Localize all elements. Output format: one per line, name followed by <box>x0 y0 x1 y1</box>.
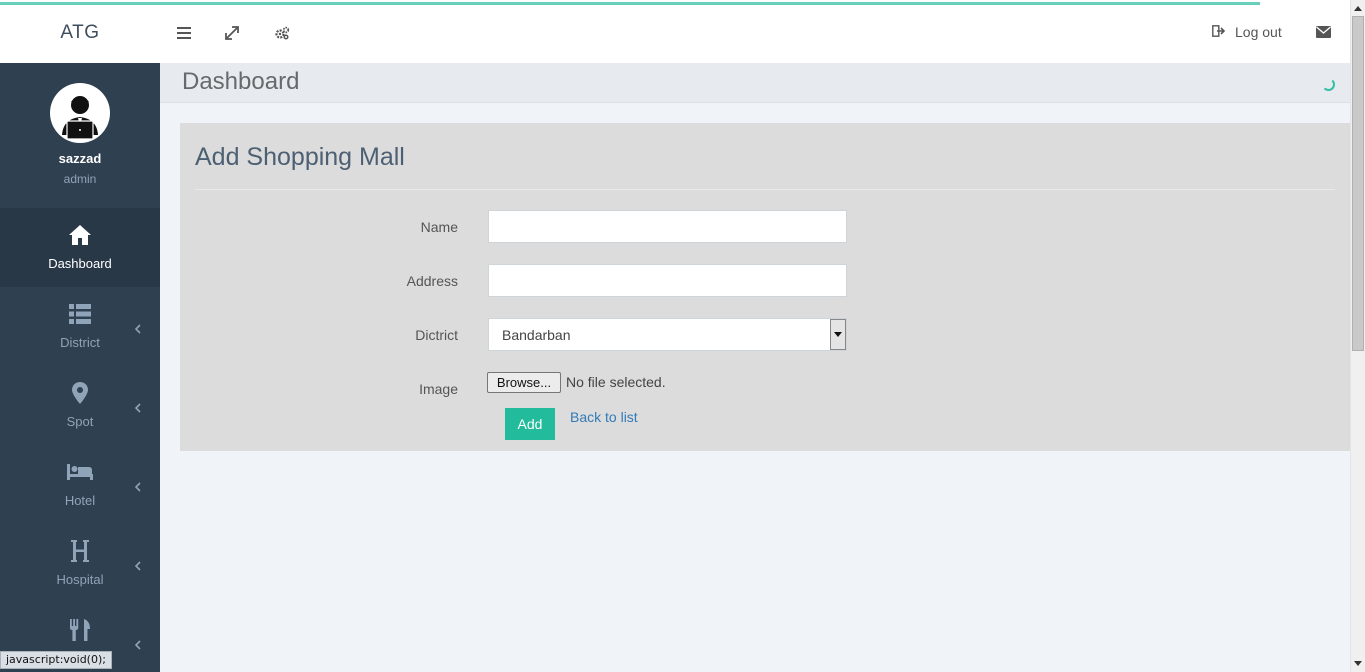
scroll-down-arrow-icon[interactable] <box>1354 661 1362 666</box>
image-label: Image <box>419 381 458 397</box>
vertical-scrollbar[interactable] <box>1350 0 1365 672</box>
district-label: Dictrict <box>415 327 458 343</box>
expand-icon[interactable] <box>221 22 243 44</box>
sidebar-item-hotel[interactable]: Hotel <box>0 445 160 524</box>
browser-status-bar: javascript:void(0); <box>0 651 112 669</box>
name-input[interactable] <box>488 210 847 243</box>
address-label: Address <box>406 273 458 289</box>
page-header: Dashboard <box>160 63 1350 103</box>
user-name[interactable]: sazzad <box>0 151 160 166</box>
divider <box>195 189 1335 190</box>
sign-out-icon <box>1212 24 1226 40</box>
logout-label: Log out <box>1235 24 1282 40</box>
chevron-left-icon <box>134 637 141 655</box>
chevron-left-icon <box>134 479 141 497</box>
brand-logo[interactable]: ATG <box>0 0 160 63</box>
back-to-list-link[interactable]: Back to list <box>570 409 638 425</box>
sidebar-item-spot[interactable]: Spot <box>0 366 160 445</box>
page-title: Dashboard <box>182 68 300 95</box>
scroll-up-arrow-icon[interactable] <box>1354 6 1362 11</box>
bars-icon[interactable] <box>173 22 195 44</box>
chevron-left-icon <box>134 321 141 339</box>
add-button[interactable]: Add <box>505 408 555 440</box>
scrollbar-thumb[interactable] <box>1352 16 1364 351</box>
top-navbar: ATG Log out <box>0 0 1350 63</box>
form-title: Add Shopping Mall <box>195 143 405 171</box>
avatar[interactable] <box>50 83 110 143</box>
district-selected-value: Bandarban <box>502 327 571 343</box>
profile-panel: sazzad admin <box>0 63 160 208</box>
district-select[interactable]: Bandarban <box>488 318 847 351</box>
sidebar-item-hospital[interactable]: Hospital <box>0 524 160 603</box>
chevron-left-icon <box>134 400 141 418</box>
sidebar-item-dashboard[interactable]: Dashboard <box>0 208 160 287</box>
logout-link[interactable]: Log out <box>1212 24 1282 40</box>
loading-spinner-icon <box>1322 78 1335 91</box>
add-shopping-mall-panel: Add Shopping Mall Name Address Dictrict … <box>180 123 1350 451</box>
sidebar: sazzad admin Dashboard District Spot Hot… <box>0 63 160 672</box>
address-input[interactable] <box>488 264 847 297</box>
home-icon <box>0 222 160 248</box>
chevron-left-icon <box>134 558 141 576</box>
file-status-text: No file selected. <box>566 374 666 390</box>
browse-button[interactable]: Browse... <box>487 372 561 393</box>
dropdown-arrow-icon[interactable] <box>830 319 846 350</box>
name-label: Name <box>420 219 458 235</box>
user-role: admin <box>63 172 97 186</box>
loading-progress-bar <box>0 2 1260 5</box>
cogs-icon[interactable] <box>271 22 293 44</box>
envelope-icon[interactable] <box>1316 25 1331 43</box>
sidebar-item-label: Dashboard <box>48 256 112 271</box>
sidebar-item-district[interactable]: District <box>0 287 160 366</box>
